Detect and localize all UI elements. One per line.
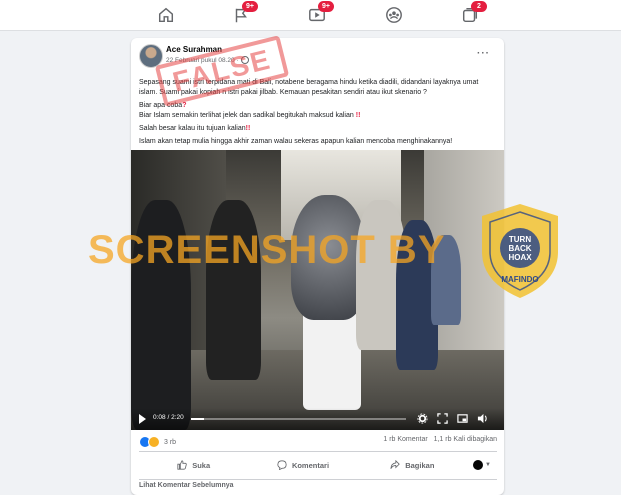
reaction-count: 3 rb	[164, 438, 177, 446]
post-line-3: Biar Islam semakin terlihat jelek dan sa…	[139, 112, 361, 119]
reactions[interactable]: 3 rb	[139, 436, 176, 448]
post-actions: Suka Komentari Bagikan ▼	[139, 454, 497, 476]
watch-nav-button[interactable]: 9+	[306, 1, 334, 26]
video-controls: 0:08 / 2:20	[131, 408, 504, 430]
divider	[139, 479, 497, 480]
home-icon	[158, 7, 174, 23]
video-figure	[431, 235, 461, 325]
post-meta: 22 Februari pukul 08.20 ·	[166, 56, 249, 64]
comment-count[interactable]: 1 rb Komentar	[383, 436, 427, 443]
avatar[interactable]	[139, 44, 163, 68]
post-stats: 3 rb 1 rb Komentar 1,1 rb Kali dibagikan	[139, 436, 497, 448]
video-progress-fill	[191, 418, 204, 420]
share-icon	[390, 460, 400, 469]
svg-text:HOAX: HOAX	[508, 253, 532, 262]
comment-button[interactable]: Komentari	[248, 460, 357, 470]
post-text: Sepasang suami istri terpidana mati di B…	[139, 78, 497, 150]
engagement-counts: 1 rb Komentar 1,1 rb Kali dibagikan	[383, 436, 497, 443]
globe-icon	[240, 56, 249, 64]
question-emoji: ?	[182, 102, 187, 109]
view-previous-comments-link[interactable]: Lihat Komentar Sebelumnya	[139, 482, 234, 489]
notifications-nav-button[interactable]: 9+	[230, 1, 258, 26]
post-card: Ace Surahman 22 Februari pukul 08.20 · ·…	[131, 38, 504, 495]
video-progress-bar[interactable]	[191, 418, 406, 420]
gaming-badge: 2	[471, 1, 487, 12]
top-navigation: 9+ 9+ 2	[0, 0, 621, 31]
video-player[interactable]: 0:08 / 2:20	[131, 150, 504, 430]
author-name[interactable]: Ace Surahman	[166, 45, 222, 54]
video-time: 0:08 / 2:20	[153, 414, 184, 421]
angry-reaction-icon	[148, 436, 160, 448]
thumbs-up-icon	[177, 460, 187, 470]
exclamation-emoji: !!	[355, 112, 361, 119]
notifications-badge: 9+	[242, 1, 258, 12]
volume-icon[interactable]	[477, 413, 488, 424]
groups-icon	[386, 7, 402, 23]
svg-text:BACK: BACK	[508, 244, 531, 253]
fullscreen-icon[interactable]	[437, 413, 448, 424]
home-nav-button[interactable]	[155, 4, 177, 26]
video-figure	[131, 200, 191, 430]
settings-icon[interactable]	[417, 413, 428, 424]
profile-icon	[473, 460, 483, 470]
post-line-5: Islam akan tetap mulia hingga akhir zama…	[139, 138, 453, 145]
exclamation-emoji: !!	[245, 125, 251, 132]
share-count[interactable]: 1,1 rb Kali dibagikan	[434, 436, 497, 443]
chevron-down-icon: ▼	[485, 462, 491, 468]
video-figure	[291, 195, 366, 320]
like-button[interactable]: Suka	[139, 460, 248, 470]
gaming-nav-button[interactable]: 2	[459, 1, 487, 26]
post-line-1: Sepasang suami istri terpidana mati di B…	[139, 79, 479, 96]
share-button[interactable]: Bagikan	[358, 460, 467, 470]
post-line-4: Salah besar kalau itu tujuan kalian!!	[139, 125, 251, 132]
picture-in-picture-icon[interactable]	[457, 413, 468, 424]
svg-text:TURN: TURN	[509, 235, 531, 244]
audience-selector[interactable]: ▼	[467, 460, 497, 470]
video-figure	[206, 200, 261, 380]
groups-nav-button[interactable]	[383, 4, 405, 26]
more-options-icon[interactable]: ···	[477, 48, 490, 59]
watch-badge: 9+	[318, 1, 334, 12]
play-icon[interactable]	[139, 414, 146, 424]
post-line-2: Biar apa coba?	[139, 102, 187, 109]
post-timestamp[interactable]: 22 Februari pukul 08.20	[166, 57, 235, 64]
comment-icon	[277, 460, 287, 470]
divider	[139, 451, 497, 452]
svg-text:MAFINDO: MAFINDO	[501, 275, 538, 284]
post-header: Ace Surahman 22 Februari pukul 08.20 · ·…	[139, 44, 496, 68]
